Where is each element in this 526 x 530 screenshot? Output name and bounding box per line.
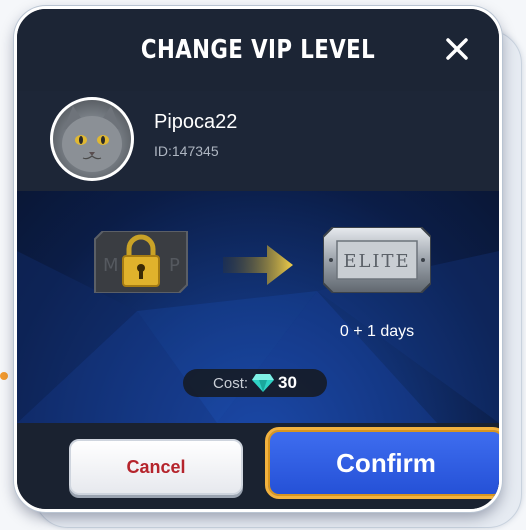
elite-card-label: ELITE <box>343 251 410 272</box>
cost-value: 30 <box>278 373 297 392</box>
target-tier-card: ELITE <box>322 226 432 294</box>
upgrade-panel: M P ELITE 0 + 1 days Cost: 30 <box>17 191 499 423</box>
notification-dot <box>0 372 8 380</box>
current-tier-card: M P <box>91 230 191 294</box>
close-icon <box>446 38 468 60</box>
user-id: ID:147345 <box>154 143 219 159</box>
upgrade-arrow <box>223 245 293 285</box>
close-button[interactable] <box>437 29 477 69</box>
svg-text:P: P <box>169 255 180 276</box>
arrow-right-icon <box>223 245 293 285</box>
dialog-title: CHANGE VIP LEVEL <box>140 35 376 65</box>
svg-text:M: M <box>103 255 119 276</box>
dialog-header: CHANGE VIP LEVEL <box>17 9 499 91</box>
diamond-icon <box>252 374 275 392</box>
cost-label: Cost: <box>213 374 249 392</box>
change-vip-level-dialog: CHANGE VIP LEVEL Pipoca22 ID:147345 M P … <box>14 6 502 512</box>
username: Pipoca22 <box>154 111 238 133</box>
avatar <box>50 97 134 181</box>
cancel-button[interactable]: Cancel <box>69 439 243 495</box>
elite-card-icon: ELITE <box>322 226 432 294</box>
screen: CHANGE VIP LEVEL Pipoca22 ID:147345 M P … <box>0 0 526 530</box>
dialog-footer: Cancel Confirm <box>17 423 499 509</box>
user-info: Pipoca22 ID:147345 <box>17 91 499 191</box>
duration-text: 0 + 1 days <box>339 323 415 340</box>
locked-vip-card-icon: M P <box>94 230 188 294</box>
confirm-button[interactable]: Confirm <box>265 427 499 499</box>
cost-badge: Cost: 30 <box>183 369 327 397</box>
cat-avatar-icon <box>62 106 122 172</box>
